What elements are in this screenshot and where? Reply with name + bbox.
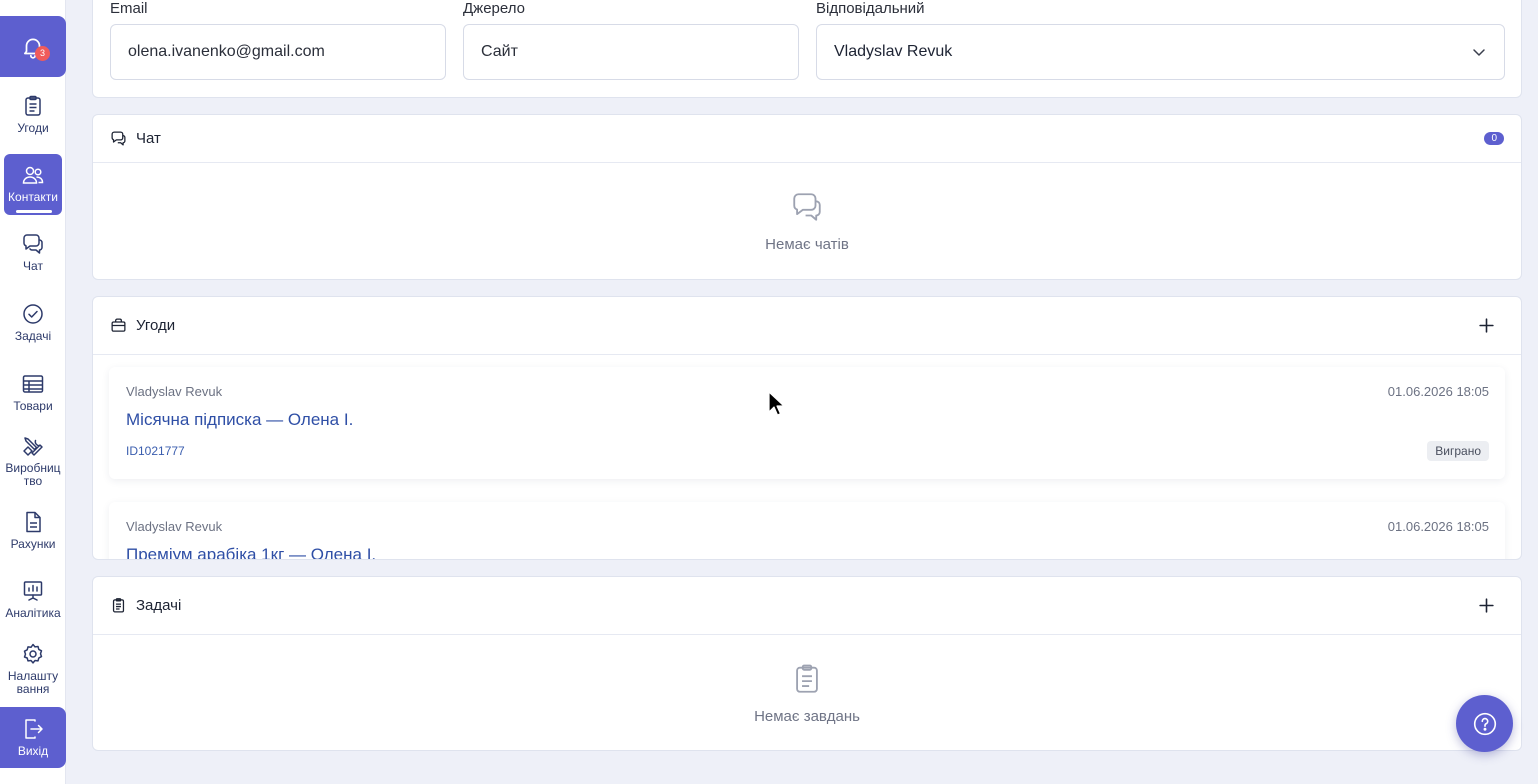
sidebar-item-invoices[interactable]: Рахунки [4,510,62,560]
sidebar-item-analytics[interactable]: Аналітика [4,579,62,629]
help-button[interactable] [1456,695,1513,752]
add-deal-button[interactable] [1478,317,1495,334]
tasks-header: Задачі [93,577,1521,635]
mouse-cursor-icon [768,391,785,416]
document-icon [26,511,41,533]
responsible-label: Відповідальний [816,0,925,17]
question-icon [1473,712,1496,735]
logout-button[interactable]: Вихід [0,707,66,768]
sidebar-item-label: Налашту вання [7,669,59,696]
clipboard-icon [796,664,818,693]
deal-date: 01.06.2026 18:05 [1387,519,1489,534]
tasks-title: Задачі [136,597,182,614]
chat-card: Чат 0 Немає чатів [92,114,1522,280]
deal-name-link[interactable]: Преміум арабіка 1кг — Олена І. [126,545,376,559]
check-circle-icon [23,304,43,324]
sidebar-item-contacts[interactable]: Контакти [4,154,62,215]
deal-card[interactable]: Vladyslav Revuk 01.06.2026 18:05 Преміум… [109,502,1505,559]
responsible-select[interactable]: Vladyslav Revuk [816,24,1505,80]
add-task-button[interactable] [1478,597,1495,614]
clipboard-icon [112,598,125,613]
sidebar-item-deals[interactable]: Угоди [4,94,62,144]
notifications-button[interactable]: 3 [0,16,66,77]
sidebar-item-settings[interactable]: Налашту вання [4,642,62,698]
chart-icon [23,581,43,601]
deal-owner: Vladyslav Revuk [126,384,223,399]
chat-header: Чат 0 [93,115,1521,163]
briefcase-icon [111,318,126,332]
active-indicator [16,210,52,213]
sidebar-item-label: Задачі [14,329,52,343]
source-value: Сайт [481,43,518,60]
sidebar-item-chat[interactable]: Чат [4,232,62,282]
tools-icon [23,437,43,456]
sidebar-item-tasks[interactable]: Задачі [4,302,62,352]
gear-icon [23,643,43,664]
logout-icon [25,719,43,739]
chevron-down-icon [1473,49,1485,56]
sidebar-item-label: Виробниц тво [5,461,61,488]
sidebar-item-label: Чат [23,259,43,273]
chat-empty-state: Немає чатів [93,163,1521,279]
sidebar-item-products[interactable]: Товари [4,372,62,422]
sidebar-item-label: Контакти [8,190,58,204]
responsible-value: Vladyslav Revuk [834,43,953,60]
sidebar: 3 Угоди Контакти Чат Задачі Товари Вироб… [0,0,66,784]
sidebar-item-label: Угоди [17,121,49,135]
deal-name-link[interactable]: Місячна підписка — Олена І. [126,410,353,430]
sidebar-item-production[interactable]: Виробниц тво [4,434,62,490]
chat-icon [111,131,126,146]
tasks-empty-text: Немає завдань [754,707,860,725]
deals-title: Угоди [136,317,176,334]
deal-status-badge: Виграно [1427,441,1489,461]
sidebar-item-label: Рахунки [10,537,56,551]
contact-details-card: Email olena.ivanenko@gmail.com Джерело С… [92,0,1522,98]
notification-badge: 3 [35,46,50,61]
source-label: Джерело [463,0,525,17]
table-icon [22,375,44,393]
chat-empty-text: Немає чатів [765,235,849,253]
deal-owner: Vladyslav Revuk [126,519,223,534]
deals-header: Угоди [93,297,1521,355]
source-field[interactable]: Сайт [463,24,799,80]
chat-icon [793,192,821,221]
logout-label: Вихід [17,744,49,758]
chat-title: Чат [136,130,161,147]
chat-count-badge: 0 [1484,132,1504,145]
sidebar-item-label: Аналітика [5,606,61,620]
users-icon [22,166,44,184]
tasks-card: Задачі Немає завдань [92,576,1522,751]
sidebar-item-label: Товари [13,399,53,413]
email-field[interactable]: olena.ivanenko@gmail.com [110,24,446,80]
deal-id: ID1021777 [126,444,185,458]
chat-icon [23,234,43,254]
deal-date: 01.06.2026 18:05 [1387,384,1489,399]
tasks-empty-state: Немає завдань [93,635,1521,751]
deals-card: Угоди Vladyslav Revuk 01.06.2026 18:05 М… [92,296,1522,560]
email-label: Email [110,0,148,17]
deal-card[interactable]: Vladyslav Revuk 01.06.2026 18:05 Місячна… [109,367,1505,479]
email-value: olena.ivanenko@gmail.com [128,43,325,60]
clipboard-icon [25,95,41,116]
